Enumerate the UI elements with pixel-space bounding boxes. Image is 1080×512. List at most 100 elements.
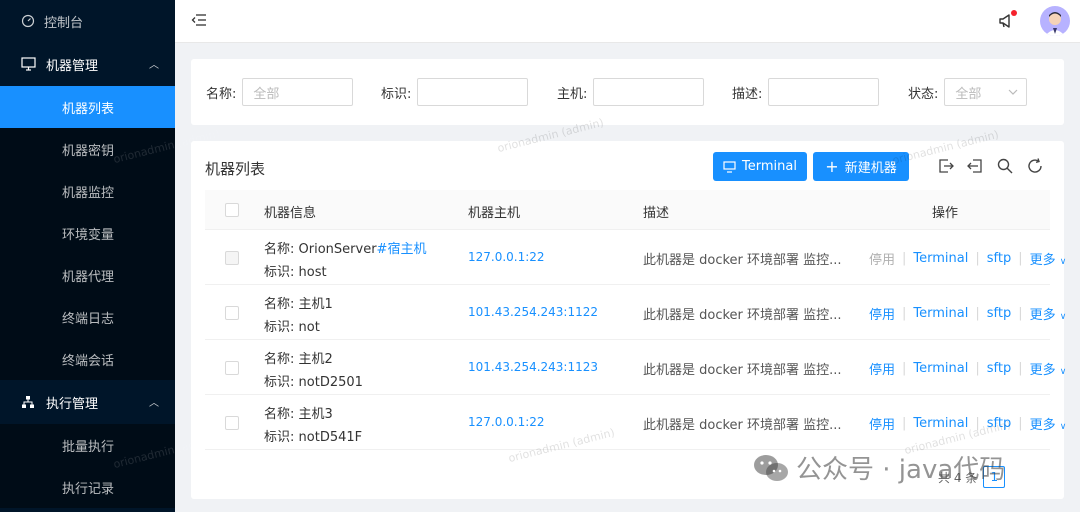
disable-button[interactable]: 停用	[869, 414, 895, 433]
sidebar-item-label: 机器列表	[62, 101, 115, 117]
terminal-link[interactable]: Terminal	[913, 416, 968, 431]
chevron-down-icon	[1008, 89, 1018, 95]
column-header: 描述	[643, 206, 670, 221]
machine-description: 此机器是 docker 环境部署 监控...	[643, 418, 842, 433]
avatar[interactable]	[1040, 6, 1070, 36]
desc-input[interactable]	[768, 78, 880, 106]
field-label: 状态:	[908, 86, 939, 102]
placeholder: 全部	[253, 86, 280, 102]
name-value: 主机1	[298, 297, 333, 312]
row-checkbox[interactable]	[225, 306, 239, 320]
sidebar-item-console[interactable]: 控制台	[0, 0, 175, 42]
sidebar-item-label: 终端会话	[62, 353, 115, 369]
notification-icon[interactable]	[997, 10, 1017, 34]
machine-host-link[interactable]: 101.43.254.243:1122	[468, 305, 598, 319]
status-select[interactable]: 全部	[944, 78, 1028, 106]
field-label: 描述:	[732, 86, 763, 102]
sidebar-item-label: 控制台	[44, 15, 84, 31]
refresh-icon[interactable]	[1027, 158, 1043, 174]
search-field-desc: 描述:	[732, 78, 880, 106]
machine-description: 此机器是 docker 环境部署 监控...	[643, 308, 842, 323]
watermark-text: 公众号 · java代码	[796, 455, 1006, 485]
machine-host-link[interactable]: 101.43.254.243:1123	[468, 360, 598, 374]
sidebar-item-machine-proxy[interactable]: 机器代理	[0, 254, 175, 296]
sitemap-icon	[20, 394, 36, 410]
sidebar-item-machine-monitor[interactable]: 机器监控	[0, 170, 175, 212]
sidebar-item-terminal-session[interactable]: 终端会话	[0, 338, 175, 380]
plus-icon: +	[825, 156, 839, 176]
wechat-watermark: 公众号 · java代码	[752, 449, 1005, 486]
machine-host-link[interactable]: 127.0.0.1:22	[468, 250, 545, 264]
select-all-checkbox[interactable]	[225, 203, 239, 217]
column-header: 操作	[932, 206, 959, 221]
name-value: OrionServer	[298, 242, 377, 257]
machine-host-link[interactable]: 127.0.0.1:22	[468, 415, 545, 429]
id-value: host	[298, 265, 327, 280]
wechat-icon	[754, 454, 788, 481]
sidebar-submenu-exec: 批量执行 执行记录	[0, 424, 175, 508]
field-label: 名称:	[264, 352, 295, 367]
id-value: notD541F	[298, 430, 363, 445]
row-checkbox[interactable]	[225, 416, 239, 430]
disable-button[interactable]: 停用	[869, 359, 895, 378]
row-actions: 停用 | Terminal | sftp | 更多 ∨	[869, 249, 1067, 268]
terminal-link[interactable]: Terminal	[913, 306, 968, 321]
machine-id: 标识: host	[264, 261, 327, 280]
name-input[interactable]: 全部	[242, 78, 354, 106]
host-input[interactable]	[593, 78, 705, 106]
machine-description: 此机器是 docker 环境部署 监控...	[643, 363, 842, 378]
disable-button[interactable]: 停用	[869, 249, 895, 268]
row-checkbox[interactable]	[225, 361, 239, 375]
monitor-icon	[20, 56, 36, 72]
menu-fold-icon[interactable]	[191, 13, 207, 31]
id-value: not	[298, 320, 320, 335]
import-icon[interactable]	[967, 158, 983, 174]
column-header: 机器主机	[468, 206, 521, 221]
field-label: 名称:	[264, 242, 295, 257]
sidebar-item-exec-record[interactable]: 执行记录	[0, 466, 175, 508]
export-icon[interactable]	[938, 158, 954, 174]
sidebar-item-terminal-log[interactable]: 终端日志	[0, 296, 175, 338]
terminal-link[interactable]: Terminal	[913, 361, 968, 376]
more-label: 更多	[1029, 308, 1056, 323]
machine-description: 此机器是 docker 环境部署 监控...	[643, 253, 842, 268]
sftp-link[interactable]: sftp	[987, 361, 1011, 376]
more-label: 更多	[1029, 418, 1056, 433]
search-field-name: 名称: 全部	[206, 78, 354, 106]
name-value: 主机3	[298, 407, 333, 422]
machine-table-card: 机器列表 Terminal + 新建机器 orionadmin (admin) …	[191, 116, 1067, 499]
field-label: 标识:	[264, 375, 295, 390]
chevron-up-icon: ︿	[149, 60, 159, 71]
sidebar-item-env-vars[interactable]: 环境变量	[0, 212, 175, 254]
field-label: 标识:	[264, 320, 295, 335]
more-dropdown[interactable]: 更多 ∨	[1030, 249, 1067, 268]
search-field-status: 状态: 全部	[908, 78, 1028, 106]
field-label: 名称:	[264, 297, 295, 312]
table-header: 机器信息 机器主机 描述 操作	[205, 190, 1050, 230]
sftp-link[interactable]: sftp	[987, 306, 1011, 321]
terminal-button[interactable]: Terminal	[713, 152, 807, 181]
notification-dot	[1011, 10, 1017, 16]
sidebar-group-exec[interactable]: 执行管理 ︿	[0, 380, 175, 424]
terminal-link[interactable]: Terminal	[913, 251, 968, 266]
card-title: 机器列表	[205, 160, 266, 178]
more-dropdown[interactable]: 更多 ∨	[1030, 359, 1067, 378]
more-label: 更多	[1029, 363, 1056, 378]
search-form: 名称: 全部 标识: 主机: 描述: 状态: 全部	[191, 59, 1064, 125]
more-dropdown[interactable]: 更多 ∨	[1030, 414, 1067, 433]
tag-input[interactable]	[417, 78, 529, 106]
more-dropdown[interactable]: 更多 ∨	[1030, 304, 1067, 323]
table-row: 名称: 主机2 标识: notD2501 101.43.254.243:1123…	[205, 340, 1066, 395]
sftp-link[interactable]: sftp	[987, 251, 1011, 266]
chevron-down-icon: ∨	[1059, 422, 1067, 432]
disable-button[interactable]: 停用	[869, 304, 895, 323]
search-field-host: 主机:	[557, 78, 705, 106]
row-actions: 停用 | Terminal | sftp | 更多 ∨	[869, 304, 1067, 323]
machine-name: 名称: OrionServer#宿主机	[264, 238, 426, 257]
sidebar-group-machine[interactable]: 机器管理 ︿	[0, 42, 175, 86]
sidebar-item-label: 执行记录	[62, 481, 115, 497]
sidebar-submenu-machine: 机器列表 机器密钥 机器监控 环境变量 机器代理 终端日志 终端会话	[0, 86, 175, 380]
search-icon[interactable]	[997, 158, 1013, 174]
name-value: 主机2	[298, 352, 333, 367]
sidebar-item-machine-list[interactable]: 机器列表	[0, 86, 175, 128]
